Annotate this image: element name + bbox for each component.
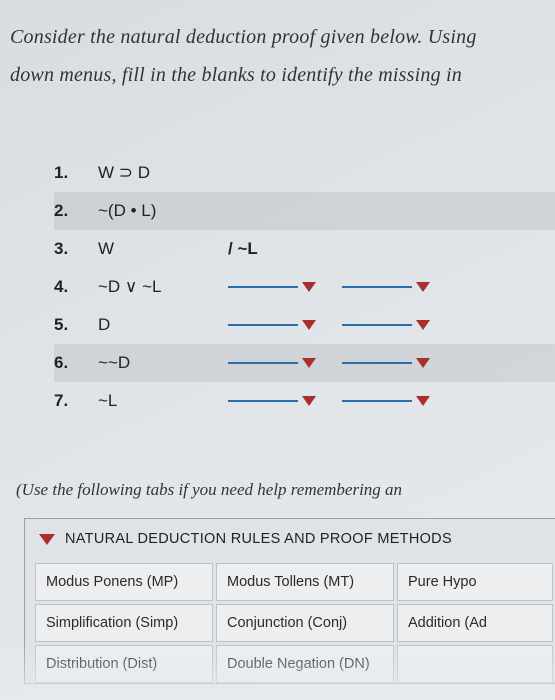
rule-tab[interactable]: Modus Tollens (MT) (216, 563, 394, 601)
formula: W ⊃ D (98, 163, 228, 183)
proof-row: 4. ~D ∨ ~L (54, 268, 555, 306)
chevron-down-icon (302, 358, 316, 368)
chevron-down-icon (39, 534, 55, 545)
chevron-down-icon (416, 396, 430, 406)
proof-row: 5. D (54, 306, 555, 344)
proof-row: 1. W ⊃ D (54, 154, 555, 192)
line-ref-dropdown[interactable] (228, 282, 316, 292)
formula: ~L (98, 391, 228, 411)
chevron-down-icon (302, 396, 316, 406)
justification-dropdowns (228, 396, 430, 406)
chevron-down-icon (416, 358, 430, 368)
rules-grid: Modus Ponens (MP) Modus Tollens (MT) Pur… (25, 559, 555, 683)
line-number: 7. (54, 391, 98, 411)
rule-tab[interactable]: Double Negation (DN) (216, 645, 394, 683)
chevron-down-icon (302, 282, 316, 292)
chevron-down-icon (416, 282, 430, 292)
rules-panel-header[interactable]: NATURAL DEDUCTION RULES AND PROOF METHOD… (25, 519, 555, 559)
rule-tab[interactable]: Addition (Ad (397, 604, 553, 642)
rule-tab[interactable]: Simplification (Simp) (35, 604, 213, 642)
proof-row: 7. ~L (54, 382, 555, 420)
line-number: 4. (54, 277, 98, 297)
line-number: 2. (54, 201, 98, 221)
justification-dropdowns (228, 358, 430, 368)
rule-tab[interactable]: Modus Ponens (MP) (35, 563, 213, 601)
instruction-line1: Consider the natural deduction proof giv… (10, 18, 555, 56)
formula: D (98, 315, 228, 335)
rule-dropdown[interactable] (342, 282, 430, 292)
help-note: (Use the following tabs if you need help… (10, 480, 555, 500)
formula: ~(D • L) (98, 201, 228, 221)
proof-row: 6. ~~D (54, 344, 555, 382)
rule-dropdown[interactable] (342, 396, 430, 406)
rule-tab[interactable]: Conjunction (Conj) (216, 604, 394, 642)
line-number: 1. (54, 163, 98, 183)
chevron-down-icon (302, 320, 316, 330)
line-number: 3. (54, 239, 98, 259)
rule-tab[interactable] (397, 645, 553, 683)
line-ref-dropdown[interactable] (228, 358, 316, 368)
proof-row: 2. ~(D • L) (54, 192, 555, 230)
line-number: 5. (54, 315, 98, 335)
line-ref-dropdown[interactable] (228, 396, 316, 406)
rules-panel: NATURAL DEDUCTION RULES AND PROOF METHOD… (24, 518, 555, 684)
justification-dropdowns (228, 282, 430, 292)
instruction-text: Consider the natural deduction proof giv… (10, 18, 555, 94)
justification-dropdowns (228, 320, 430, 330)
formula: ~~D (98, 353, 228, 373)
rule-tab[interactable]: Pure Hypo (397, 563, 553, 601)
instruction-line2: down menus, fill in the blanks to identi… (10, 56, 555, 94)
formula: W (98, 239, 228, 259)
line-ref-dropdown[interactable] (228, 320, 316, 330)
rules-panel-title: NATURAL DEDUCTION RULES AND PROOF METHOD… (65, 531, 452, 547)
proof-table: 1. W ⊃ D 2. ~(D • L) 3. W / ~L 4. ~D ∨ ~… (54, 154, 555, 420)
chevron-down-icon (416, 320, 430, 330)
rule-tab[interactable]: Distribution (Dist) (35, 645, 213, 683)
line-number: 6. (54, 353, 98, 373)
conclusion-marker: / ~L (228, 239, 308, 259)
formula: ~D ∨ ~L (98, 277, 228, 297)
rule-dropdown[interactable] (342, 358, 430, 368)
proof-row: 3. W / ~L (54, 230, 555, 268)
rule-dropdown[interactable] (342, 320, 430, 330)
